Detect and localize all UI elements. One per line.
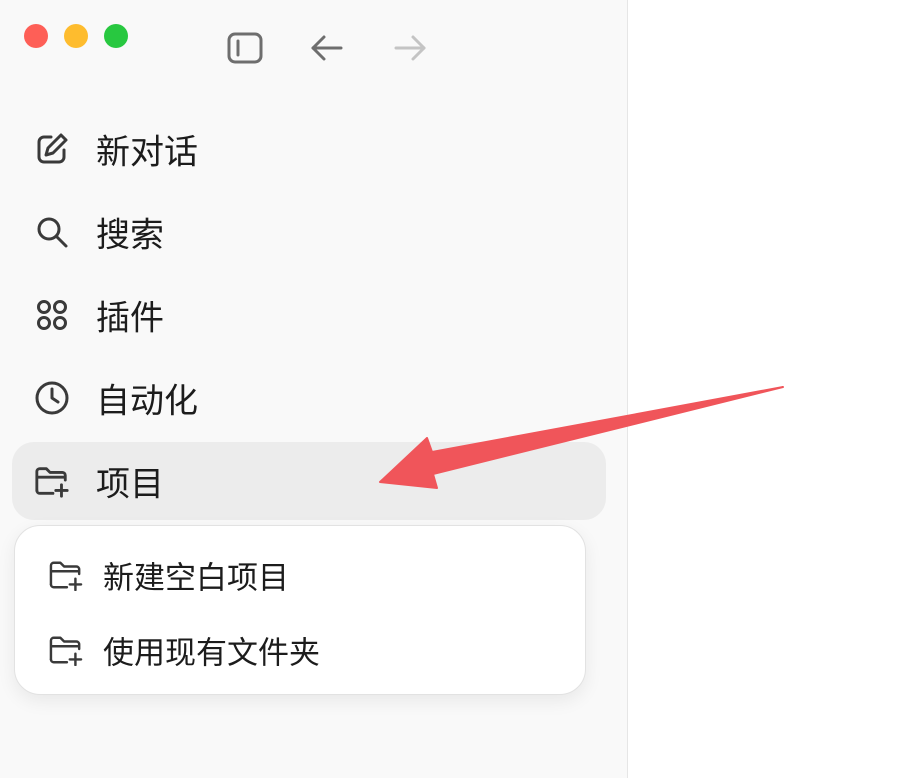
search-icon <box>34 214 70 250</box>
menu-item-label: 使用现有文件夹 <box>103 635 320 672</box>
sidebar-item-plugins[interactable]: 插件 <box>12 276 606 354</box>
project-menu: 新建空白项目 使用现有文件夹 <box>14 525 586 695</box>
menu-item-new-blank-project[interactable]: 新建空白项目 <box>15 540 585 610</box>
forward-button[interactable] <box>390 28 430 68</box>
sidebar-item-label: 项目 <box>96 464 164 505</box>
menu-item-use-existing-folder[interactable]: 使用现有文件夹 <box>15 615 585 685</box>
window-maximize-button[interactable] <box>104 24 128 48</box>
sidebar-item-label: 插件 <box>96 298 164 339</box>
window-minimize-button[interactable] <box>64 24 88 48</box>
menu-item-label: 新建空白项目 <box>103 560 289 597</box>
back-button[interactable] <box>307 28 347 68</box>
folder-plus-icon <box>47 631 85 669</box>
folder-plus-icon <box>47 556 85 594</box>
sidebar-toggle-icon <box>227 32 263 64</box>
main-content-area <box>628 0 916 778</box>
window-close-button[interactable] <box>24 24 48 48</box>
sidebar-item-automation[interactable]: 自动化 <box>12 359 606 437</box>
forward-arrow-icon <box>392 33 428 63</box>
clock-icon <box>34 380 70 416</box>
back-arrow-icon <box>309 33 345 63</box>
sidebar-item-search[interactable]: 搜索 <box>12 193 606 271</box>
edit-icon <box>34 131 70 167</box>
sidebar-item-label: 自动化 <box>96 381 198 422</box>
sidebar: 新对话 搜索 插件 自动化 项目 新建空白项目 使用现有文件夹 <box>0 0 628 778</box>
sidebar-item-label: 搜索 <box>96 215 164 256</box>
sidebar-item-label: 新对话 <box>96 132 198 173</box>
folder-plus-icon <box>34 463 70 499</box>
sidebar-item-projects[interactable]: 项目 <box>12 442 606 520</box>
sidebar-item-new-chat[interactable]: 新对话 <box>12 110 606 188</box>
sidebar-toggle-button[interactable] <box>225 28 265 68</box>
plugins-grid-icon <box>34 297 70 333</box>
